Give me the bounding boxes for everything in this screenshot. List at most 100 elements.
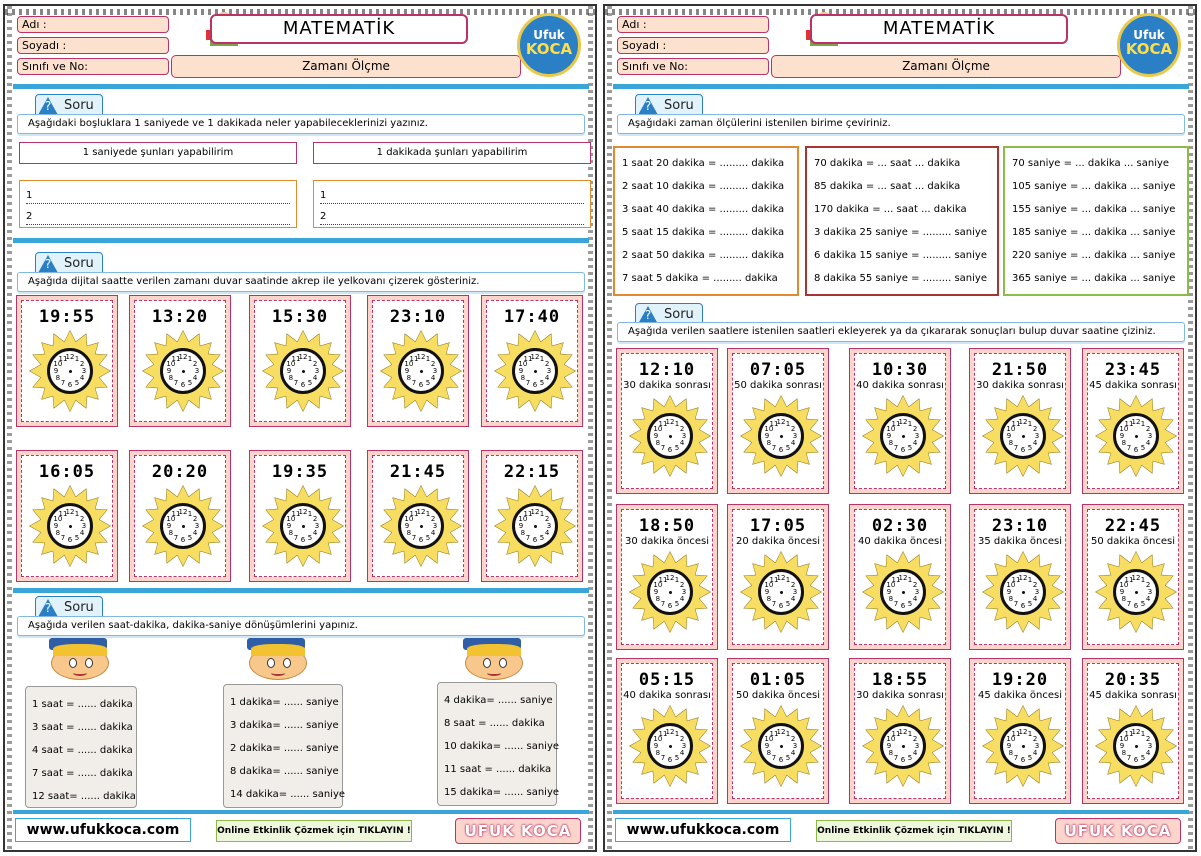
wall-clock[interactable]: 12 1 2 3 4 5 6 7 8 9 10 11 xyxy=(862,705,944,787)
conversion-item[interactable]: 8 saat = ...... dakika xyxy=(444,712,550,735)
wall-clock[interactable]: 12 1 2 3 4 5 6 7 8 9 10 11 xyxy=(142,330,224,412)
conversion-item[interactable]: 365 saniye = ... dakika ... saniye xyxy=(1012,267,1180,290)
wall-clock[interactable]: 12 1 2 3 4 5 6 7 8 9 10 11 xyxy=(29,485,111,567)
clock-face[interactable]: 12 1 2 3 4 5 6 7 8 9 10 11 xyxy=(1000,723,1046,769)
wall-clock[interactable]: 12 1 2 3 4 5 6 7 8 9 10 11 xyxy=(262,485,344,567)
clock-face[interactable]: 12 1 2 3 4 5 6 7 8 9 10 11 xyxy=(647,413,693,459)
conversion-item[interactable]: 70 dakika = ... saat ... dakika xyxy=(814,152,990,175)
surname-field[interactable]: Soyadı : xyxy=(17,37,169,54)
clock-face[interactable]: 12 1 2 3 4 5 6 7 8 9 10 11 xyxy=(512,503,558,549)
conversion-item[interactable]: 155 saniye = ... dakika ... saniye xyxy=(1012,198,1180,221)
conversion-item[interactable]: 1 saat 20 dakika = ......... dakika xyxy=(622,152,790,175)
clock-face[interactable]: 12 1 2 3 4 5 6 7 8 9 10 11 xyxy=(160,348,206,394)
wall-clock[interactable]: 12 1 2 3 4 5 6 7 8 9 10 11 xyxy=(629,395,711,477)
clock-face[interactable]: 12 1 2 3 4 5 6 7 8 9 10 11 xyxy=(1000,413,1046,459)
website-link[interactable]: www.ufukkoca.com xyxy=(15,818,191,842)
clock-face[interactable]: 12 1 2 3 4 5 6 7 8 9 10 11 xyxy=(160,503,206,549)
clock-face[interactable]: 12 1 2 3 4 5 6 7 8 9 10 11 xyxy=(880,413,926,459)
clock-face[interactable]: 12 1 2 3 4 5 6 7 8 9 10 11 xyxy=(758,723,804,769)
conversion-item[interactable]: 170 dakika = ... saat ... dakika xyxy=(814,198,990,221)
wall-clock[interactable]: 12 1 2 3 4 5 6 7 8 9 10 11 xyxy=(262,330,344,412)
minute-answer-box[interactable]: 1 2 xyxy=(313,180,591,228)
clock-face[interactable]: 12 1 2 3 4 5 6 7 8 9 10 11 xyxy=(758,569,804,615)
conversion-item[interactable]: 10 dakika= ...... saniye xyxy=(444,735,559,758)
clock-face[interactable]: 12 1 2 3 4 5 6 7 8 9 10 11 xyxy=(758,413,804,459)
conversion-item[interactable]: 2 dakika= ...... saniye xyxy=(230,737,339,760)
wall-clock[interactable]: 12 1 2 3 4 5 6 7 8 9 10 11 xyxy=(1095,705,1177,787)
conversion-item[interactable]: 5 saat 15 dakika = ......... dakika xyxy=(622,221,790,244)
name-field[interactable]: Adı : xyxy=(17,16,169,33)
wall-clock[interactable]: 12 1 2 3 4 5 6 7 8 9 10 11 xyxy=(982,551,1064,633)
wall-clock[interactable]: 12 1 2 3 4 5 6 7 8 9 10 11 xyxy=(1095,551,1177,633)
conversion-item[interactable]: 2 saat 10 dakika = ......... dakika xyxy=(622,175,790,198)
conversion-item[interactable]: 1 dakika= ...... saniye xyxy=(230,691,339,714)
clock-face[interactable]: 12 1 2 3 4 5 6 7 8 9 10 11 xyxy=(47,503,93,549)
wall-clock[interactable]: 12 1 2 3 4 5 6 7 8 9 10 11 xyxy=(862,551,944,633)
wall-clock[interactable]: 12 1 2 3 4 5 6 7 8 9 10 11 xyxy=(29,330,111,412)
wall-clock[interactable]: 12 1 2 3 4 5 6 7 8 9 10 11 xyxy=(740,395,822,477)
conversion-item[interactable]: 8 dakika 55 saniye = ......... saniye xyxy=(814,267,990,290)
conversion-item[interactable]: 4 dakika= ...... saniye xyxy=(444,689,553,712)
clock-face[interactable]: 12 1 2 3 4 5 6 7 8 9 10 11 xyxy=(1113,723,1159,769)
surname-field[interactable]: Soyadı : xyxy=(617,37,769,54)
wall-clock[interactable]: 12 1 2 3 4 5 6 7 8 9 10 11 xyxy=(494,485,576,567)
online-activity-button[interactable]: Online Etkinlik Çözmek için TIKLAYIN ! xyxy=(216,820,412,842)
conversion-item[interactable]: 3 saat = ...... dakika xyxy=(32,716,133,739)
online-activity-button[interactable]: Online Etkinlik Çözmek için TIKLAYIN ! xyxy=(816,820,1012,842)
conversion-item[interactable]: 11 saat = ...... dakika xyxy=(444,758,551,781)
conversion-item[interactable]: 4 saat = ...... dakika xyxy=(32,739,133,762)
clock-face[interactable]: 12 1 2 3 4 5 6 7 8 9 10 11 xyxy=(398,503,444,549)
clock-face[interactable]: 12 1 2 3 4 5 6 7 8 9 10 11 xyxy=(880,723,926,769)
conversion-item[interactable]: 8 dakika= ...... saniye xyxy=(230,760,339,783)
second-answer-box[interactable]: 1 2 xyxy=(19,180,297,228)
clock-face[interactable]: 12 1 2 3 4 5 6 7 8 9 10 11 xyxy=(512,348,558,394)
conversion-item[interactable]: 7 saat 5 dakika = ......... dakika xyxy=(622,267,790,290)
brand-logo[interactable]: Ufuk KOCA xyxy=(1117,13,1181,77)
clock-face[interactable]: 12 1 2 3 4 5 6 7 8 9 10 11 xyxy=(398,348,444,394)
class-number-field[interactable]: Sınıfı ve No: xyxy=(17,58,169,75)
wall-clock[interactable]: 12 1 2 3 4 5 6 7 8 9 10 11 xyxy=(740,551,822,633)
conversion-item[interactable]: 220 saniye = ... dakika ... saniye xyxy=(1012,244,1180,267)
wall-clock[interactable]: 12 1 2 3 4 5 6 7 8 9 10 11 xyxy=(1095,395,1177,477)
wall-clock[interactable]: 12 1 2 3 4 5 6 7 8 9 10 11 xyxy=(862,395,944,477)
conversion-item[interactable]: 3 dakika= ...... saniye xyxy=(230,714,339,737)
conversion-item[interactable]: 185 saniye = ... dakika ... saniye xyxy=(1012,221,1180,244)
conversion-item[interactable]: 7 saat = ...... dakika xyxy=(32,762,133,785)
wall-clock[interactable]: 12 1 2 3 4 5 6 7 8 9 10 11 xyxy=(982,705,1064,787)
wall-clock[interactable]: 12 1 2 3 4 5 6 7 8 9 10 11 xyxy=(629,705,711,787)
clock-face[interactable]: 12 1 2 3 4 5 6 7 8 9 10 11 xyxy=(1113,569,1159,615)
wall-clock[interactable]: 12 1 2 3 4 5 6 7 8 9 10 11 xyxy=(380,330,462,412)
wall-clock[interactable]: 12 1 2 3 4 5 6 7 8 9 10 11 xyxy=(142,485,224,567)
clock-face[interactable]: 12 1 2 3 4 5 6 7 8 9 10 11 xyxy=(647,723,693,769)
clock-face[interactable]: 12 1 2 3 4 5 6 7 8 9 10 11 xyxy=(1000,569,1046,615)
clock-face[interactable]: 12 1 2 3 4 5 6 7 8 9 10 11 xyxy=(280,503,326,549)
brand-button[interactable]: UFUK KOCA xyxy=(1055,818,1181,844)
clock-face[interactable]: 12 1 2 3 4 5 6 7 8 9 10 11 xyxy=(47,348,93,394)
clock-face[interactable]: 12 1 2 3 4 5 6 7 8 9 10 11 xyxy=(1113,413,1159,459)
clock-face[interactable]: 12 1 2 3 4 5 6 7 8 9 10 11 xyxy=(880,569,926,615)
brand-button[interactable]: UFUK KOCA xyxy=(455,818,581,844)
conversion-item[interactable]: 3 dakika 25 saniye = ......... saniye xyxy=(814,221,990,244)
answer-line[interactable]: 1 xyxy=(26,187,290,204)
brand-logo[interactable]: Ufuk KOCA xyxy=(517,13,581,77)
answer-line[interactable]: 2 xyxy=(320,208,584,225)
wall-clock[interactable]: 12 1 2 3 4 5 6 7 8 9 10 11 xyxy=(982,395,1064,477)
answer-line[interactable]: 2 xyxy=(26,208,290,225)
wall-clock[interactable]: 12 1 2 3 4 5 6 7 8 9 10 11 xyxy=(380,485,462,567)
conversion-item[interactable]: 3 saat 40 dakika = ......... dakika xyxy=(622,198,790,221)
name-field[interactable]: Adı : xyxy=(617,16,769,33)
clock-face[interactable]: 12 1 2 3 4 5 6 7 8 9 10 11 xyxy=(647,569,693,615)
class-number-field[interactable]: Sınıfı ve No: xyxy=(617,58,769,75)
conversion-item[interactable]: 70 saniye = ... dakika ... saniye xyxy=(1012,152,1180,175)
conversion-item[interactable]: 1 saat = ...... dakika xyxy=(32,693,133,716)
conversion-item[interactable]: 15 dakika= ...... saniye xyxy=(444,781,559,804)
conversion-item[interactable]: 2 saat 50 dakika = ......... dakika xyxy=(622,244,790,267)
clock-face[interactable]: 12 1 2 3 4 5 6 7 8 9 10 11 xyxy=(280,348,326,394)
wall-clock[interactable]: 12 1 2 3 4 5 6 7 8 9 10 11 xyxy=(494,330,576,412)
conversion-item[interactable]: 85 dakika = ... saat ... dakika xyxy=(814,175,990,198)
conversion-item[interactable]: 12 saat= ...... dakika xyxy=(32,785,136,808)
website-link[interactable]: www.ufukkoca.com xyxy=(615,818,791,842)
conversion-item[interactable]: 6 dakika 15 saniye = ......... saniye xyxy=(814,244,990,267)
answer-line[interactable]: 1 xyxy=(320,187,584,204)
wall-clock[interactable]: 12 1 2 3 4 5 6 7 8 9 10 11 xyxy=(740,705,822,787)
